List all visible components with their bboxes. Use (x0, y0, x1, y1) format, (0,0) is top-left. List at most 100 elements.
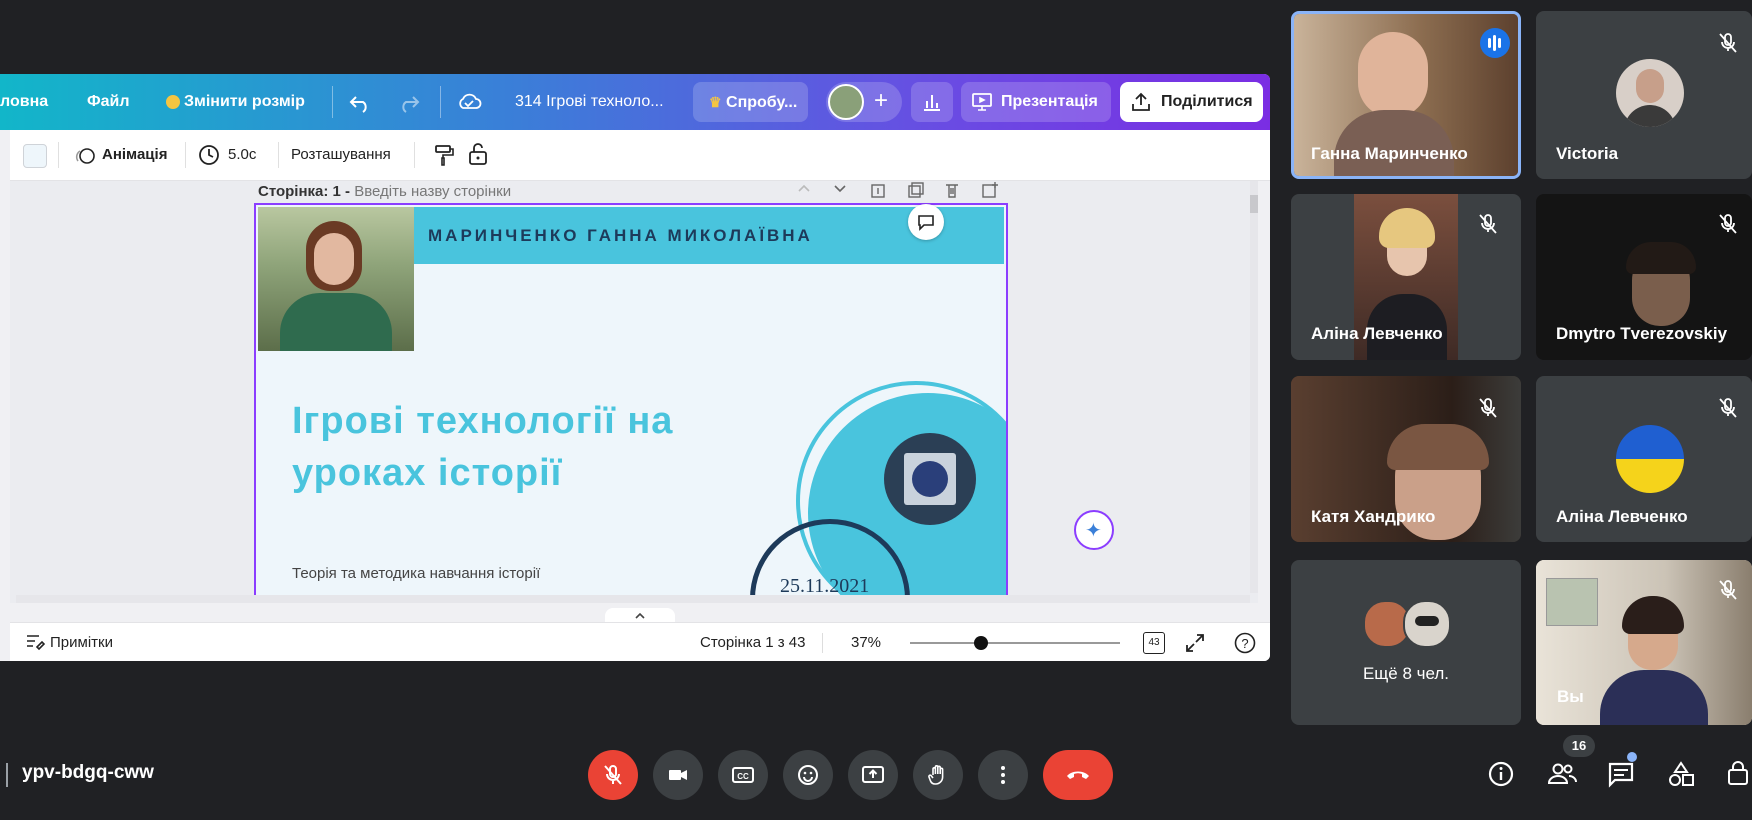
mic-off-icon (604, 764, 622, 785)
wall-map (1546, 578, 1598, 626)
notes-icon (27, 635, 45, 651)
reactions-button[interactable] (783, 750, 833, 800)
file-menu[interactable]: Файл (87, 74, 130, 130)
resize-label: Змінити розмір (184, 93, 305, 110)
captions-button[interactable]: CC (718, 750, 768, 800)
hang-up-icon (1067, 771, 1089, 779)
page-title-input[interactable]: Введіть назву сторінки (354, 183, 511, 200)
chat-icon[interactable] (1606, 760, 1636, 788)
add-page-icon[interactable] (981, 181, 999, 199)
try-pro-button[interactable]: ♛ Спробу... (693, 82, 808, 122)
people-icon[interactable] (1546, 760, 1578, 788)
present-icon (972, 93, 992, 111)
participant-tile[interactable]: Ганна Маринченко (1291, 11, 1521, 179)
host-controls-icon[interactable] (1726, 760, 1752, 788)
slide[interactable]: МАРИНЧЕНКО ГАННА МИКОЛАЇВНА Ігрові техно… (254, 203, 1008, 603)
participant-tile[interactable]: Аліна Левченко (1291, 194, 1521, 360)
participant-tile[interactable]: Victoria (1536, 11, 1752, 179)
resize-button[interactable]: Змінити розмір (166, 74, 305, 130)
mic-toggle-button[interactable] (588, 750, 638, 800)
collaborators[interactable]: + (826, 82, 902, 122)
face-shape (1358, 32, 1428, 118)
share-button[interactable]: Поділитися (1120, 82, 1263, 122)
chevron-down-icon[interactable] (832, 181, 848, 197)
present-screen-icon (862, 766, 884, 783)
shared-screen: ловна Файл Змінити розмір 314 Ігрові тех… (0, 74, 1270, 661)
hair-shape (1387, 424, 1489, 470)
divider (414, 142, 415, 168)
add-collaborator-icon[interactable]: + (874, 87, 888, 115)
fullscreen-icon[interactable] (1184, 632, 1206, 654)
add-comment-button[interactable] (908, 204, 944, 240)
presenter-photo (258, 207, 414, 351)
participant-name: Аліна Левченко (1311, 324, 1443, 343)
logo-emblem (904, 453, 956, 505)
participant-tile[interactable]: Dmytro Tverezovskiy (1536, 194, 1752, 360)
mic-off-icon (1719, 580, 1737, 600)
unlock-icon[interactable] (467, 142, 489, 166)
redo-icon[interactable] (397, 91, 421, 113)
divider (440, 86, 441, 118)
meeting-info-icon[interactable] (1487, 760, 1515, 788)
mic-off-icon (1719, 398, 1737, 418)
zoom-slider[interactable] (910, 636, 1120, 650)
clock-icon (199, 145, 219, 165)
crown-icon (166, 94, 180, 109)
divider (822, 633, 823, 653)
position-button[interactable]: Розташування (291, 130, 391, 180)
page-number-label: Сторінка: 1 - (258, 183, 351, 200)
captions-icon: CC (732, 767, 754, 783)
page-indicator[interactable]: Сторінка 1 з 43 (700, 623, 805, 661)
insights-button[interactable] (911, 82, 953, 122)
editor-toolbar: Анімація 5.0с Розташування (10, 130, 1270, 181)
present-button[interactable]: Презентація (961, 82, 1111, 122)
scroll-thumb[interactable] (1250, 195, 1258, 213)
undo-icon[interactable] (348, 91, 372, 113)
vertical-scrollbar[interactable] (1250, 181, 1258, 593)
self-tile[interactable]: Вы (1536, 560, 1752, 725)
slide-title: Ігрові технології на уроках історії (292, 395, 752, 499)
paint-roller-icon[interactable] (433, 143, 455, 167)
avatar[interactable] (828, 84, 864, 120)
chat-notification-dot (1627, 752, 1637, 762)
document-title[interactable]: 314 Ігрові техноло... (515, 74, 664, 130)
grid-view-button[interactable]: 43 (1143, 632, 1165, 654)
zoom-slider-handle[interactable] (974, 636, 989, 650)
divider (185, 142, 186, 168)
chevron-up-icon[interactable] (796, 181, 812, 197)
help-icon[interactable]: ? (1234, 632, 1256, 654)
hide-page-icon[interactable] (870, 181, 886, 199)
duplicate-page-icon[interactable] (907, 181, 925, 199)
participant-name: Аліна Левченко (1556, 507, 1688, 526)
horizontal-scrollbar[interactable] (16, 595, 1250, 603)
zoom-level[interactable]: 37% (851, 623, 881, 661)
participant-tile[interactable]: Аліна Левченко (1536, 376, 1752, 542)
cloud-saved-icon[interactable] (456, 90, 482, 114)
home-menu[interactable]: ловна (0, 74, 48, 130)
activities-icon[interactable] (1666, 760, 1696, 788)
editor-footer: Примітки Сторінка 1 з 43 37% 43 ? (10, 622, 1270, 661)
participant-tile[interactable]: Катя Хандрико (1291, 376, 1521, 542)
animation-button[interactable]: Анімація (102, 130, 167, 180)
slide-title-line1: Ігрові технології на (292, 400, 674, 442)
camera-toggle-button[interactable] (653, 750, 703, 800)
university-logo (884, 433, 976, 525)
more-participants-tile[interactable]: Ещё 8 чел. (1291, 560, 1521, 725)
speaking-indicator-icon (1480, 28, 1510, 58)
duration-button[interactable]: 5.0с (228, 130, 256, 180)
avatar (1403, 600, 1451, 648)
more-options-button[interactable] (978, 750, 1028, 800)
logo-seal (912, 461, 948, 497)
magic-assistant-button[interactable]: ✦ (1074, 510, 1114, 550)
more-participants-label: Ещё 8 чел. (1362, 664, 1450, 683)
trash-icon[interactable] (944, 181, 960, 199)
present-screen-button[interactable] (848, 750, 898, 800)
leave-call-button[interactable] (1043, 750, 1113, 800)
emoji-icon (798, 765, 818, 785)
raise-hand-button[interactable] (913, 750, 963, 800)
notes-button[interactable]: Примітки (50, 623, 113, 661)
background-color-swatch[interactable] (23, 144, 47, 168)
hair-shape (1626, 242, 1696, 274)
bar-chart-icon (924, 95, 940, 111)
divider (6, 763, 8, 787)
